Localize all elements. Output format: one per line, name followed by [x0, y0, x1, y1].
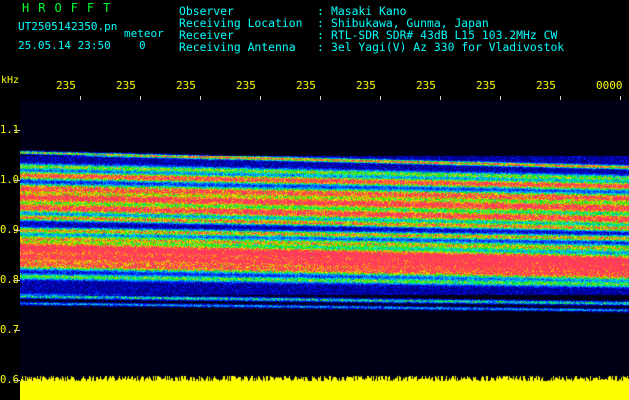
time-label: 235	[356, 79, 376, 92]
station-info: Observer: Masaki Kano Receiving Location:…	[179, 5, 564, 53]
time-label: 235	[176, 79, 196, 92]
time-label: 235	[116, 79, 136, 92]
time-label: 235	[296, 79, 316, 92]
time-label: 235	[416, 79, 436, 92]
spectrogram-screen: HROFFT UT2505142350.pn meteor 25.05.14 2…	[0, 0, 629, 400]
info-separator: :	[317, 40, 324, 54]
time-label: 0000	[596, 79, 623, 92]
info-label: Receiving Antenna	[179, 40, 296, 54]
time-label: 235	[476, 79, 496, 92]
brand-title: HROFFT	[22, 1, 120, 15]
spectrogram-plot	[20, 100, 629, 400]
file-name: UT2505142350.pn	[18, 20, 118, 33]
time-label: 235	[236, 79, 256, 92]
date-time: 25.05.14 23:50	[18, 39, 111, 52]
info-value: 3el Yagi(V) Az 330 for Vladivostok	[331, 40, 565, 54]
counter-value: 0	[139, 39, 146, 52]
time-label: 235	[536, 79, 556, 92]
frequency-unit: kHz	[1, 75, 20, 86]
time-label: 235	[56, 79, 76, 92]
spectrogram-canvas	[20, 100, 629, 400]
info-row-antenna: Receiving Antenna:3el Yagi(V) Az 330 for…	[179, 41, 564, 53]
